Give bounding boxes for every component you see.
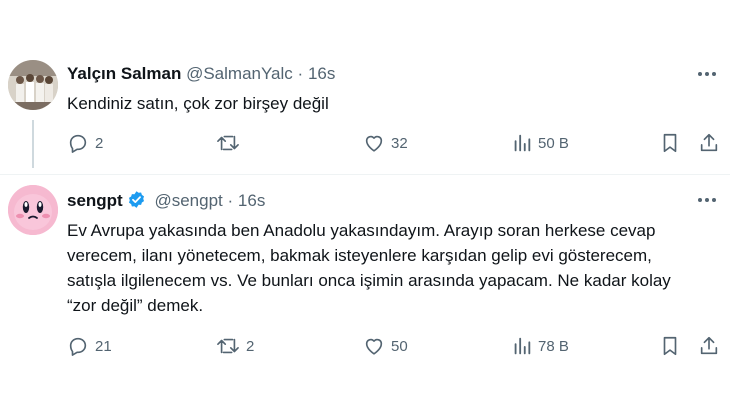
more-icon	[698, 72, 716, 76]
user-handle[interactable]: @SalmanYalc	[186, 64, 293, 83]
timestamp[interactable]: 16s	[238, 191, 265, 210]
tweet-2[interactable]: sengpt @sengpt · 16s Ev Avrupa yakasında…	[0, 175, 730, 420]
bookmark-icon	[663, 133, 677, 153]
view-count: 78 B	[538, 337, 569, 355]
avatar-sengpt[interactable]	[8, 185, 58, 235]
like-count: 50	[391, 337, 408, 355]
like-count: 32	[391, 134, 408, 152]
reply-count: 2	[95, 134, 104, 152]
bookmark-button[interactable]	[660, 132, 680, 154]
timestamp[interactable]: 16s	[308, 64, 335, 83]
more-options-button[interactable]	[696, 64, 718, 84]
tweet-header: sengpt @sengpt · 16s	[67, 190, 265, 214]
user-handle[interactable]: @sengpt	[154, 191, 222, 210]
reply-icon	[69, 337, 87, 356]
like-button[interactable]: 32	[363, 132, 408, 154]
tweet-text: Kendiniz satın, çok zor birşey değil	[67, 94, 329, 113]
retweet-button[interactable]	[216, 132, 246, 154]
bookmark-icon	[663, 336, 677, 356]
views-icon	[514, 337, 531, 355]
display-name[interactable]: Yalçın Salman	[67, 64, 181, 83]
retweet-icon	[217, 338, 239, 354]
like-button[interactable]: 50	[363, 335, 408, 357]
like-icon	[365, 135, 383, 152]
views-icon	[514, 134, 531, 152]
retweet-count: 2	[246, 337, 255, 355]
reply-button[interactable]: 2	[67, 132, 103, 154]
more-options-button[interactable]	[696, 190, 718, 210]
retweet-button[interactable]: 2	[216, 335, 254, 357]
group-photo-avatar-image	[8, 60, 58, 110]
views-button[interactable]: 78 B	[512, 335, 569, 357]
like-icon	[365, 338, 383, 355]
tweet-1[interactable]: Yalçın Salman @SalmanYalc · 16s Kendiniz…	[0, 0, 730, 175]
reply-count: 21	[95, 337, 112, 355]
separator: ·	[297, 64, 304, 83]
share-button[interactable]	[698, 335, 720, 357]
bookmark-button[interactable]	[660, 335, 680, 357]
share-icon	[700, 133, 718, 152]
pink-character-avatar-image	[8, 185, 58, 235]
display-name[interactable]: sengpt	[67, 191, 123, 210]
view-count: 50 B	[538, 134, 569, 152]
verified-badge-icon	[128, 191, 144, 208]
avatar-yalcin[interactable]	[8, 60, 58, 110]
separator: ·	[227, 191, 234, 210]
share-button[interactable]	[698, 132, 720, 154]
reply-button[interactable]: 21	[67, 335, 112, 357]
verified-badge[interactable]	[127, 190, 146, 214]
retweet-icon	[217, 135, 239, 151]
views-button[interactable]: 50 B	[512, 132, 569, 154]
tweet-text: Ev Avrupa yakasında ben Anadolu yakasınd…	[67, 221, 671, 315]
tweet-actions: 2 32 50 B	[0, 132, 730, 156]
tweet-actions: 21 2 50 78 B	[0, 335, 730, 359]
more-icon	[698, 198, 716, 202]
tweet-header: Yalçın Salman @SalmanYalc · 16s	[67, 64, 335, 84]
share-icon	[700, 336, 718, 355]
reply-icon	[69, 134, 87, 153]
